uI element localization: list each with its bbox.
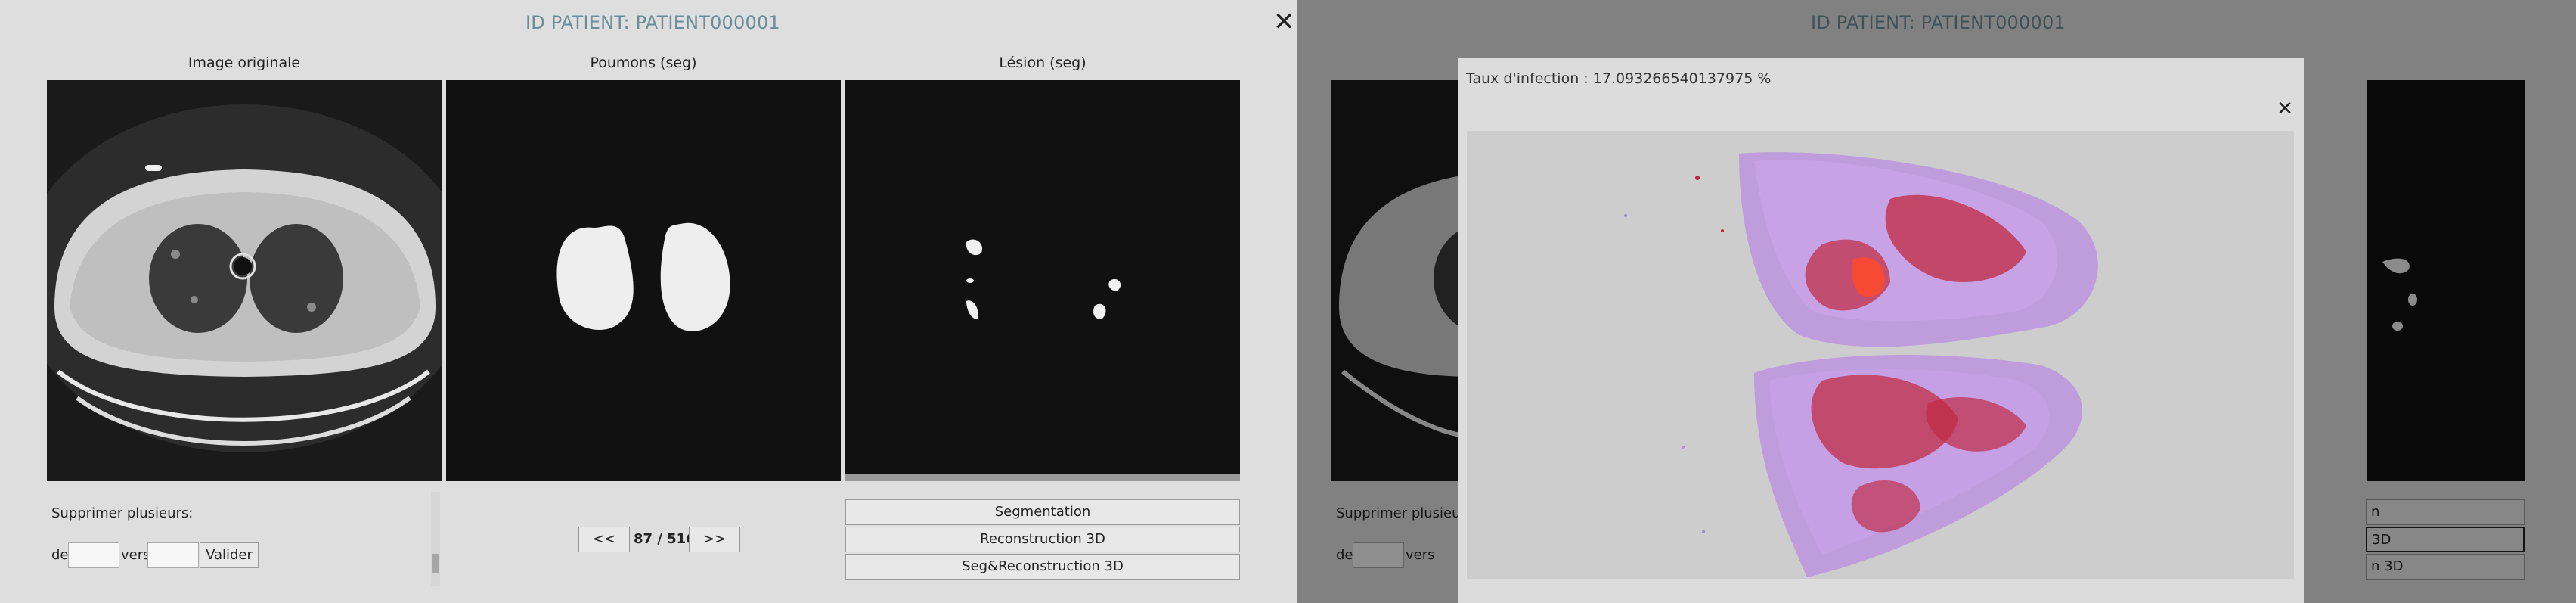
label-lesion-seg: Lésion (seg) [999,54,1087,71]
modal-window: ID PATIENT: PATIENT000001 Supprimer plus… [1297,0,2576,603]
to-label: vers [121,547,150,563]
main-window: ID PATIENT: PATIENT000001 ✕ Image origin… [0,0,1297,603]
lung-mask-image [446,80,841,481]
reconstruction-3d-modal: Taux d'infection : 17.093266540137975 % … [1458,58,2304,603]
from-label: de [51,547,69,563]
lesion-seg-view[interactable] [845,80,1240,481]
reconstruction-3d-button[interactable]: Reconstruction 3D [845,527,1240,552]
seg-reconstruction-3d-button[interactable]: Seg&Reconstruction 3D [845,554,1240,580]
prev-slice-button[interactable]: << [578,527,630,552]
delete-panel-scrollbar[interactable] [431,492,440,586]
patient-title: ID PATIENT: PATIENT000001 [525,12,780,33]
label-original-image: Image originale [188,54,301,71]
validate-button[interactable]: Valider [200,542,259,568]
lung-seg-view[interactable] [446,80,841,481]
original-ct-view[interactable] [47,80,442,481]
to-input[interactable] [147,542,199,568]
segmentation-button[interactable]: Segmentation [845,499,1240,525]
infection-rate-text: Taux d'infection : 17.093266540137975 % [1466,70,1772,87]
from-input[interactable] [68,542,119,568]
slice-indicator: 87 / 516 [634,531,696,547]
next-slice-button[interactable]: >> [689,527,740,552]
close-icon[interactable]: ✕ [1273,9,1295,35]
scrollbar-thumb[interactable] [432,554,439,573]
delete-several-label: Supprimer plusieurs: [51,505,194,521]
lesion-mask-image [845,80,1240,481]
ct-slice-image [47,80,442,481]
3d-render-canvas[interactable] [1467,131,2294,579]
modal-close-icon[interactable]: ✕ [2277,98,2293,120]
label-lung-seg: Poumons (seg) [590,54,697,71]
lung-3d-render [1467,131,2294,579]
